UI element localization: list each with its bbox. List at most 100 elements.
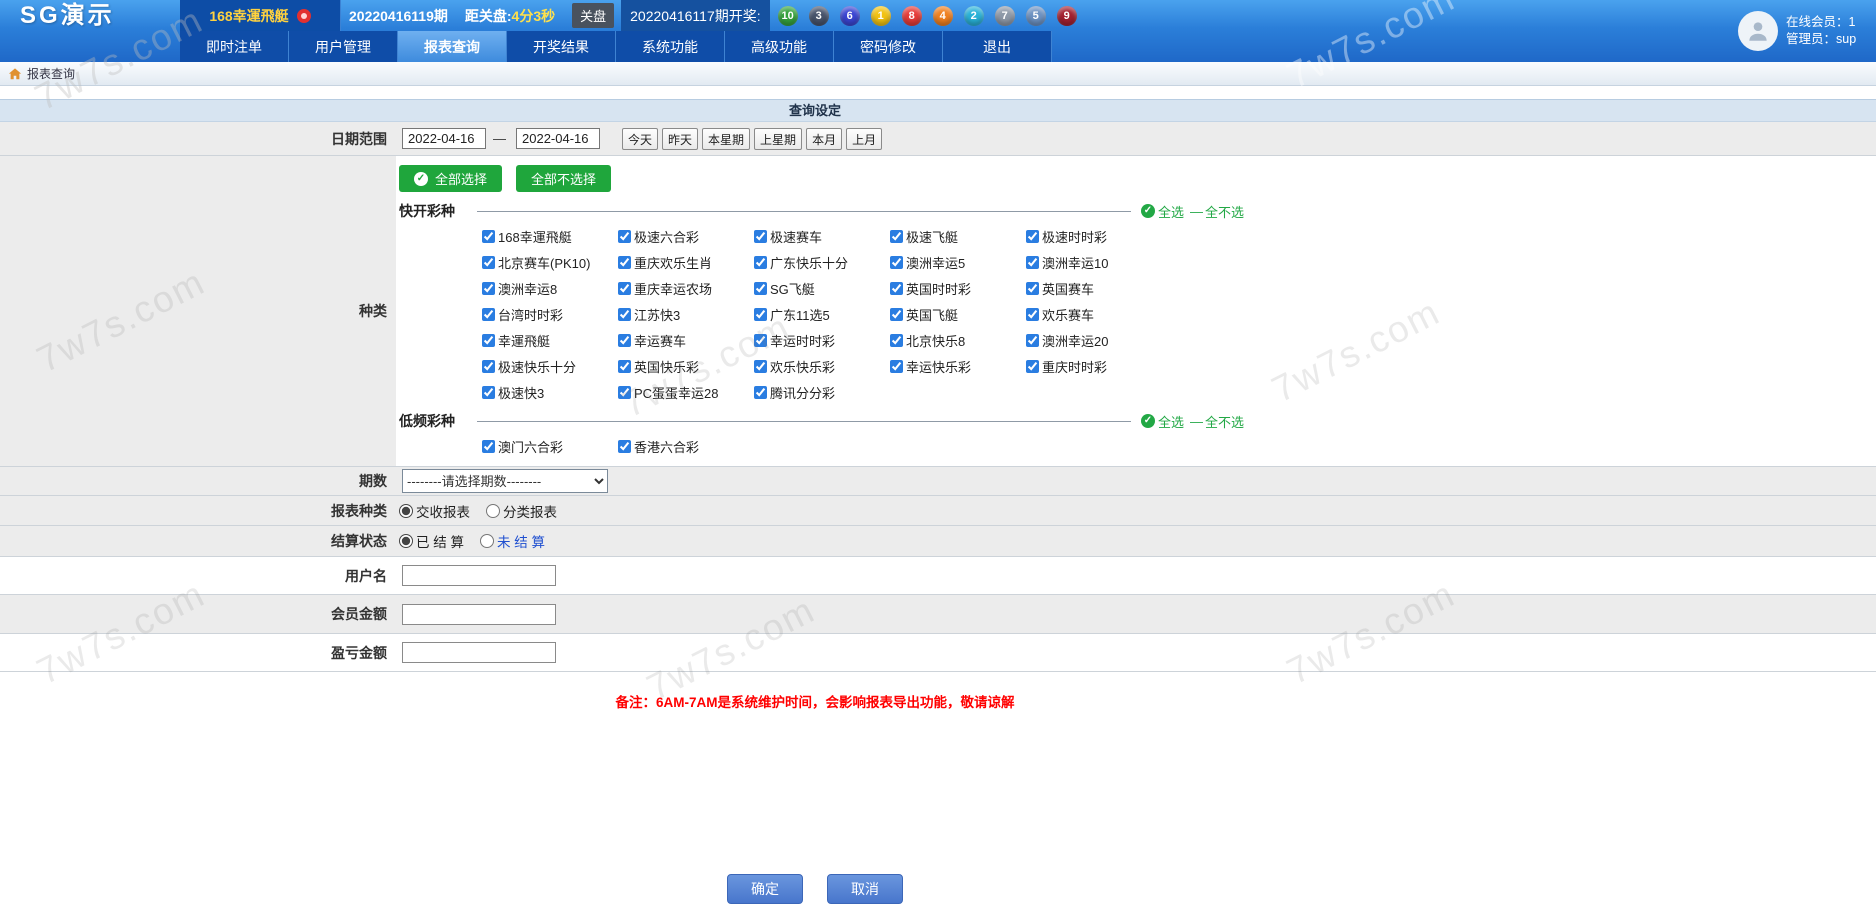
lottery-option[interactable]: 极速快3	[482, 383, 618, 402]
lottery-option[interactable]: 英国飞艇	[890, 305, 1026, 324]
lottery-option[interactable]: 英国时时彩	[890, 279, 1026, 298]
date-quick-button[interactable]: 昨天	[662, 128, 698, 150]
lottery-option[interactable]: 重庆幸运农场	[618, 279, 754, 298]
lottery-checkbox[interactable]	[890, 282, 903, 295]
confirm-button[interactable]: 确定	[727, 874, 803, 904]
lottery-option[interactable]: 香港六合彩	[618, 437, 754, 456]
lottery-checkbox[interactable]	[1026, 256, 1039, 269]
lottery-selector-button[interactable]: 168幸運飛艇	[180, 0, 341, 31]
lottery-option[interactable]: 江苏快3	[618, 305, 754, 324]
lottery-checkbox[interactable]	[482, 360, 495, 373]
lottery-checkbox[interactable]	[618, 386, 631, 399]
select-all-button[interactable]: ✓ 全部选择	[399, 165, 502, 192]
lottery-option[interactable]: 台湾时时彩	[482, 305, 618, 324]
lottery-option[interactable]: SG飞艇	[754, 279, 890, 298]
lottery-checkbox[interactable]	[754, 334, 767, 347]
report-type-radio[interactable]	[486, 504, 500, 518]
settle-status-option[interactable]: 未 结 算	[480, 531, 545, 551]
lottery-option[interactable]: 澳洲幸运5	[890, 253, 1026, 272]
nav-tab[interactable]: 即时注单	[180, 31, 289, 62]
lottery-checkbox[interactable]	[618, 440, 631, 453]
lottery-option[interactable]: 幸運飛艇	[482, 331, 618, 350]
report-type-radio[interactable]	[399, 504, 413, 518]
lottery-option[interactable]: 幸运赛车	[618, 331, 754, 350]
section-select-all-link[interactable]: 全选	[1158, 412, 1184, 431]
lottery-checkbox[interactable]	[1026, 282, 1039, 295]
date-quick-button[interactable]: 本月	[806, 128, 842, 150]
date-quick-button[interactable]: 今天	[622, 128, 658, 150]
deselect-all-button[interactable]: 全部不选择	[516, 165, 611, 192]
section-select-all-link[interactable]: 全选	[1158, 202, 1184, 221]
lottery-option[interactable]: 欢乐赛车	[1026, 305, 1162, 324]
lottery-checkbox[interactable]	[754, 360, 767, 373]
nav-tab[interactable]: 密码修改	[834, 31, 943, 62]
section-deselect-all-link[interactable]: 全不选	[1205, 202, 1244, 221]
lottery-option[interactable]: 极速赛车	[754, 227, 890, 246]
nav-tab[interactable]: 退出	[943, 31, 1052, 62]
lottery-checkbox[interactable]	[890, 334, 903, 347]
lottery-checkbox[interactable]	[754, 230, 767, 243]
date-end-input[interactable]	[516, 128, 600, 149]
lottery-option[interactable]: 澳门六合彩	[482, 437, 618, 456]
nav-tab[interactable]: 高级功能	[725, 31, 834, 62]
date-start-input[interactable]	[402, 128, 486, 149]
lottery-checkbox[interactable]	[890, 256, 903, 269]
lottery-option[interactable]: 幸运快乐彩	[890, 357, 1026, 376]
nav-tab[interactable]: 系统功能	[616, 31, 725, 62]
lottery-checkbox[interactable]	[890, 230, 903, 243]
lottery-checkbox[interactable]	[618, 360, 631, 373]
lottery-option[interactable]: 重庆欢乐生肖	[618, 253, 754, 272]
section-deselect-all-link[interactable]: 全不选	[1205, 412, 1244, 431]
nav-tab[interactable]: 报表查询	[398, 31, 507, 62]
date-quick-button[interactable]: 本星期	[702, 128, 750, 150]
lottery-option[interactable]: 极速飞艇	[890, 227, 1026, 246]
report-type-option[interactable]: 交收报表	[399, 501, 470, 521]
lottery-option[interactable]: 广东快乐十分	[754, 253, 890, 272]
profit-amount-input[interactable]	[402, 642, 556, 663]
lottery-checkbox[interactable]	[482, 282, 495, 295]
lottery-option[interactable]: 英国快乐彩	[618, 357, 754, 376]
settle-status-option[interactable]: 已 结 算	[399, 531, 464, 551]
period-select[interactable]: --------请选择期数--------	[402, 469, 608, 493]
lottery-checkbox[interactable]	[482, 308, 495, 321]
settle-status-radio[interactable]	[399, 534, 413, 548]
lottery-option[interactable]: 168幸運飛艇	[482, 227, 618, 246]
lottery-checkbox[interactable]	[754, 308, 767, 321]
lottery-option[interactable]: 腾讯分分彩	[754, 383, 890, 402]
lottery-option[interactable]: 广东11选5	[754, 305, 890, 324]
lottery-checkbox[interactable]	[482, 386, 495, 399]
report-type-option[interactable]: 分类报表	[486, 501, 557, 521]
lottery-checkbox[interactable]	[754, 256, 767, 269]
lottery-checkbox[interactable]	[482, 230, 495, 243]
lottery-option[interactable]: 极速六合彩	[618, 227, 754, 246]
lottery-checkbox[interactable]	[890, 308, 903, 321]
lottery-checkbox[interactable]	[754, 282, 767, 295]
lottery-option[interactable]: 澳洲幸运8	[482, 279, 618, 298]
lottery-option[interactable]: 极速快乐十分	[482, 357, 618, 376]
lottery-checkbox[interactable]	[1026, 308, 1039, 321]
date-quick-button[interactable]: 上月	[846, 128, 882, 150]
lottery-checkbox[interactable]	[482, 440, 495, 453]
lottery-checkbox[interactable]	[618, 282, 631, 295]
lottery-option[interactable]: 重庆时时彩	[1026, 357, 1162, 376]
lottery-checkbox[interactable]	[618, 256, 631, 269]
lottery-option[interactable]: 极速时时彩	[1026, 227, 1162, 246]
lottery-option[interactable]: 英国赛车	[1026, 279, 1162, 298]
lottery-checkbox[interactable]	[890, 360, 903, 373]
cancel-button[interactable]: 取消	[827, 874, 903, 904]
lottery-checkbox[interactable]	[1026, 334, 1039, 347]
lottery-checkbox[interactable]	[482, 334, 495, 347]
lottery-checkbox[interactable]	[1026, 360, 1039, 373]
lottery-checkbox[interactable]	[618, 230, 631, 243]
lottery-checkbox[interactable]	[1026, 230, 1039, 243]
lottery-checkbox[interactable]	[618, 308, 631, 321]
nav-tab[interactable]: 用户管理	[289, 31, 398, 62]
settle-status-radio[interactable]	[480, 534, 494, 548]
date-quick-button[interactable]: 上星期	[754, 128, 802, 150]
lottery-option[interactable]: 欢乐快乐彩	[754, 357, 890, 376]
lottery-option[interactable]: 幸运时时彩	[754, 331, 890, 350]
speaker-icon[interactable]	[297, 9, 311, 23]
lottery-checkbox[interactable]	[754, 386, 767, 399]
nav-tab[interactable]: 开奖结果	[507, 31, 616, 62]
lottery-option[interactable]: 北京快乐8	[890, 331, 1026, 350]
